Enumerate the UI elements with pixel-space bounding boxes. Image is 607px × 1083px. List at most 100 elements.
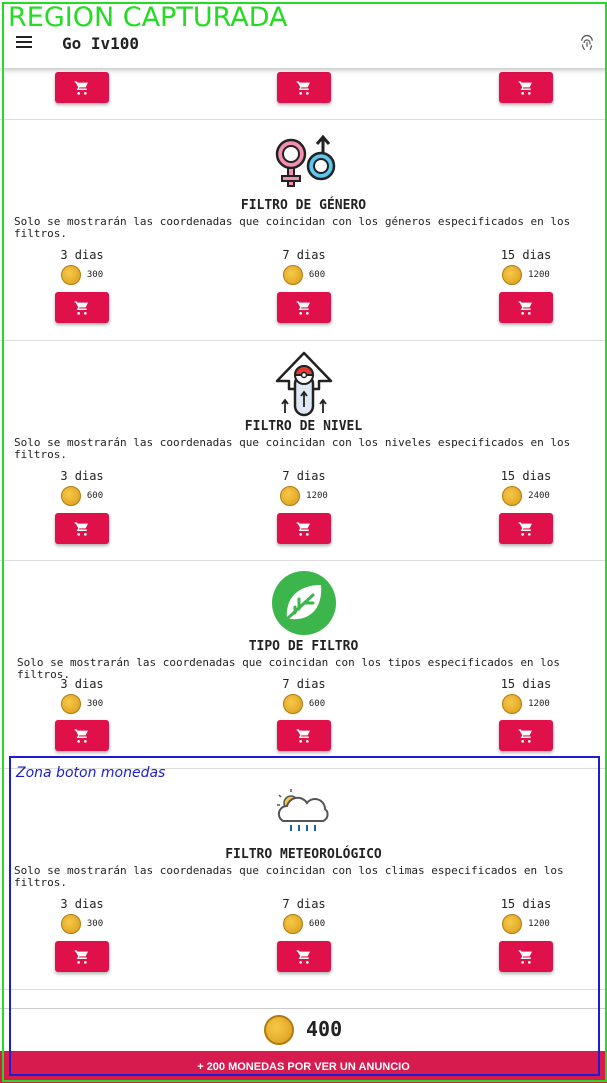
gender-icon [269, 132, 339, 202]
cart-icon [74, 949, 88, 964]
coin-icon [502, 914, 523, 934]
coin-icon [60, 694, 81, 714]
cart-icon [518, 80, 532, 95]
price-label: 1200 [528, 919, 550, 929]
level-filter-card: FILTRO DE NIVEL Solo se mostrarán las co… [0, 341, 607, 561]
cart-icon [296, 521, 310, 536]
coin-icon [60, 265, 81, 285]
coin-icon [60, 914, 81, 934]
card-description: Solo se mostrarán las coordenadas que co… [14, 864, 564, 889]
days-label: 3 dias [60, 469, 104, 483]
days-label: 3 dias [60, 248, 104, 262]
menu-icon[interactable] [16, 36, 32, 50]
coin-icon [282, 265, 303, 285]
days-label: 7 dias [282, 469, 326, 483]
option-3-days: 3 dias 300 [42, 897, 122, 935]
buy-cart-button[interactable] [499, 72, 553, 103]
app-title: Go Iv100 [62, 34, 140, 53]
days-label: 7 dias [282, 677, 326, 691]
buy-cart-button[interactable] [277, 513, 331, 544]
option-7-days: 7 dias 600 [264, 248, 344, 286]
buy-cart-button[interactable] [55, 513, 109, 544]
price-label: 600 [86, 491, 104, 501]
price-label: 300 [86, 699, 104, 709]
option-7-days: 7 dias 600 [264, 677, 344, 715]
option-15-days: 15 dias 1200 [486, 248, 566, 286]
price-label: 1200 [528, 270, 550, 280]
coin-zone-label: Zona boton monedas [16, 765, 166, 781]
cart-icon [518, 728, 532, 743]
coin-balance-bar: 400 + 200 MONEDAS POR VER UN ANUNCIO [0, 1008, 607, 1083]
days-label: 15 dias [500, 897, 552, 911]
weather-filter-card: FILTRO METEOROLÓGICO Solo se mostrarán l… [0, 769, 607, 990]
price-label: 600 [308, 270, 326, 280]
price-label: 1200 [306, 491, 328, 501]
price-label: 600 [308, 919, 326, 929]
cart-icon [518, 521, 532, 536]
coin-icon [282, 694, 303, 714]
price-label: 300 [86, 270, 104, 280]
buy-cart-button[interactable] [499, 720, 553, 751]
buy-cart-button[interactable] [55, 720, 109, 751]
coin-icon [502, 694, 523, 714]
card-title: FILTRO DE NIVEL [244, 419, 363, 434]
cart-icon [518, 949, 532, 964]
coin-icon [282, 914, 303, 934]
cart-icon [74, 300, 88, 315]
days-label: 7 dias [282, 248, 326, 262]
option-15-days: 15 dias 1200 [486, 897, 566, 935]
card-description: Solo se mostrarán las coordenadas que co… [14, 436, 571, 461]
days-label: 15 dias [500, 677, 552, 691]
days-label: 15 dias [500, 248, 552, 262]
watch-ad-button[interactable]: + 200 MONEDAS POR VER UN ANUNCIO [0, 1051, 607, 1083]
type-filter-card: TIPO DE FILTRO Solo se mostrarán las coo… [0, 561, 607, 769]
previous-card-buttons-row [0, 68, 607, 120]
option-7-days: 7 dias 600 [264, 897, 344, 935]
price-label: 300 [86, 919, 104, 929]
cart-icon [74, 728, 88, 743]
coin-balance: 400 [306, 1017, 343, 1041]
buy-cart-button[interactable] [277, 72, 331, 103]
cart-icon [74, 521, 88, 536]
cart-icon [296, 728, 310, 743]
days-label: 15 dias [500, 469, 552, 483]
days-label: 3 dias [60, 897, 104, 911]
coin-icon [502, 265, 523, 285]
option-3-days: 3 dias 300 [42, 248, 122, 286]
leaf-icon [269, 569, 339, 639]
card-description: Solo se mostrarán las coordenadas que co… [14, 215, 571, 240]
option-7-days: 7 dias 1200 [264, 469, 344, 507]
buy-cart-button[interactable] [55, 72, 109, 103]
coin-icon [264, 1015, 294, 1045]
level-up-icon [269, 349, 339, 419]
price-label: 2400 [528, 491, 550, 501]
option-15-days: 15 dias 2400 [486, 469, 566, 507]
coin-icon [502, 486, 523, 506]
cart-icon [296, 300, 310, 315]
option-3-days: 3 dias 300 [42, 677, 122, 715]
capture-region-label: REGION CAPTURADA [8, 2, 288, 33]
card-title: FILTRO METEOROLÓGICO [225, 847, 382, 862]
buy-cart-button[interactable] [277, 941, 331, 972]
price-label: 1200 [528, 699, 550, 709]
option-3-days: 3 dias 600 [42, 469, 122, 507]
buy-cart-button[interactable] [277, 720, 331, 751]
buy-cart-button[interactable] [499, 513, 553, 544]
buy-cart-button[interactable] [499, 941, 553, 972]
days-label: 3 dias [60, 677, 104, 691]
buy-cart-button[interactable] [277, 292, 331, 323]
option-15-days: 15 dias 1200 [486, 677, 566, 715]
buy-cart-button[interactable] [55, 292, 109, 323]
days-label: 7 dias [282, 897, 326, 911]
fingerprint-icon[interactable] [578, 34, 596, 56]
cart-icon [296, 949, 310, 964]
buy-cart-button[interactable] [55, 941, 109, 972]
coin-icon [60, 486, 81, 506]
cart-icon [296, 80, 310, 95]
cart-icon [518, 300, 532, 315]
card-title: FILTRO DE GÉNERO [240, 198, 367, 213]
buy-cart-button[interactable] [499, 292, 553, 323]
price-label: 600 [308, 699, 326, 709]
gender-filter-card: FILTRO DE GÉNERO Solo se mostrarán las c… [0, 120, 607, 341]
card-title: TIPO DE FILTRO [248, 639, 359, 654]
